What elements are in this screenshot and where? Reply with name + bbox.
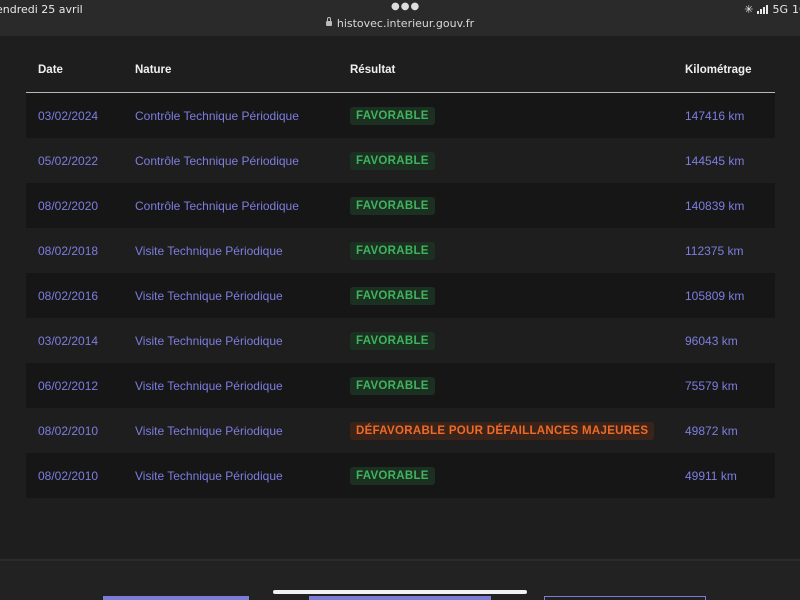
cell-result: FAVORABLE — [350, 241, 685, 260]
header-km: Kilométrage — [685, 64, 752, 76]
cell-km: 75579 km — [685, 378, 738, 393]
cell-result: FAVORABLE — [350, 286, 685, 305]
table-row: 08/02/2018 Visite Technique Périodique FAV… — [26, 228, 775, 273]
status-indicators: ✳ 5G 10 — [744, 3, 800, 16]
cell-result: FAVORABLE — [350, 466, 685, 485]
battery-label: 10 — [792, 3, 800, 16]
url-text: histovec.interieur.gouv.fr — [336, 17, 475, 30]
cell-result: FAVORABLE — [350, 331, 685, 350]
header-nature: Nature — [135, 64, 172, 76]
cell-date: 08/02/2020 — [38, 198, 99, 213]
cell-nature: Visite Technique Périodique — [135, 288, 283, 303]
cell-date: 06/02/2012 — [38, 378, 99, 393]
table-row: 06/02/2012 Visite Technique Périodique FAV… — [26, 363, 775, 408]
cell-nature: Visite Technique Périodique — [135, 468, 283, 483]
header-result: Résultat — [350, 64, 396, 76]
footer-button-1[interactable] — [103, 596, 249, 600]
table-body: 03/02/2024 Contrôle Technique Périodique F… — [26, 93, 775, 498]
address-bar[interactable]: histovec.interieur.gouv.fr — [0, 17, 800, 30]
cell-km: 112375 km — [685, 243, 744, 258]
activity-icon: ✳ — [744, 3, 754, 16]
table-row: 05/02/2022 Contrôle Technique Périodique F… — [26, 138, 775, 183]
more-dots-icon[interactable]: ●●● — [391, 1, 420, 12]
home-indicator[interactable] — [273, 590, 527, 594]
status-badge: FAVORABLE — [350, 286, 435, 305]
cell-nature: Visite Technique Périodique — [135, 423, 283, 438]
cell-date: 03/02/2014 — [38, 333, 99, 348]
status-badge: FAVORABLE — [350, 331, 435, 350]
cell-date: 08/02/2016 — [38, 288, 99, 303]
table-row: 08/02/2010 Visite Technique Périodique FAV… — [26, 453, 775, 498]
status-badge: FAVORABLE — [350, 466, 435, 485]
cell-nature: Contrôle Technique Périodique — [135, 153, 299, 168]
footer-button-3[interactable] — [544, 596, 706, 600]
cell-km: 147416 km — [685, 108, 745, 123]
cell-nature: Contrôle Technique Périodique — [135, 108, 299, 123]
cell-result: FAVORABLE — [350, 151, 685, 170]
cell-date: 08/02/2010 — [38, 468, 99, 483]
cell-km: 144545 km — [685, 153, 745, 168]
table-row: 03/02/2024 Contrôle Technique Périodique F… — [26, 93, 775, 138]
status-badge: FAVORABLE — [350, 241, 435, 260]
cell-km: 96043 km — [685, 333, 738, 348]
lock-icon — [325, 17, 332, 26]
cell-nature: Visite Technique Périodique — [135, 378, 283, 393]
inspection-history-table: Date Nature Résultat Kilométrage 03/02/2… — [26, 48, 775, 498]
cell-result: FAVORABLE — [350, 196, 685, 215]
table-row: 08/02/2016 Visite Technique Périodique FAV… — [26, 273, 775, 318]
table-header: Date Nature Résultat Kilométrage — [26, 48, 775, 93]
cell-date: 05/02/2022 — [38, 153, 99, 168]
status-badge: FAVORABLE — [350, 106, 435, 125]
status-badge: DÉFAVORABLE POUR DÉFAILLANCES MAJEURES — [350, 421, 655, 440]
cell-result: FAVORABLE — [350, 106, 685, 125]
status-badge: FAVORABLE — [350, 151, 435, 170]
status-badge: FAVORABLE — [350, 376, 435, 395]
network-label: 5G — [772, 3, 788, 16]
cell-result: DÉFAVORABLE POUR DÉFAILLANCES MAJEURES — [350, 421, 685, 440]
status-bar: endredi 25 avril ●●● histovec.interieur.… — [0, 0, 800, 36]
table-row: 08/02/2010 Visite Technique Périodique DÉF… — [26, 408, 775, 453]
cell-nature: Visite Technique Périodique — [135, 333, 283, 348]
cell-km: 105809 km — [685, 288, 745, 303]
cell-km: 49872 km — [685, 423, 738, 438]
footer-button-2[interactable] — [309, 596, 491, 600]
status-badge: FAVORABLE — [350, 196, 435, 215]
cell-km: 140839 km — [685, 198, 745, 213]
cell-nature: Contrôle Technique Périodique — [135, 198, 299, 213]
table-row: 03/02/2014 Visite Technique Périodique FAV… — [26, 318, 775, 363]
bottom-toolbar — [0, 561, 800, 600]
cell-date: 08/02/2010 — [38, 423, 99, 438]
status-date: endredi 25 avril — [0, 3, 83, 16]
cell-date: 03/02/2024 — [38, 108, 99, 123]
cell-date: 08/02/2018 — [38, 243, 99, 258]
cell-result: FAVORABLE — [350, 376, 685, 395]
cell-nature: Visite Technique Périodique — [135, 243, 283, 258]
cell-km: 49911 km — [685, 468, 737, 483]
header-date: Date — [38, 64, 63, 76]
signal-icon — [757, 5, 769, 14]
table-row: 08/02/2020 Contrôle Technique Périodique F… — [26, 183, 775, 228]
